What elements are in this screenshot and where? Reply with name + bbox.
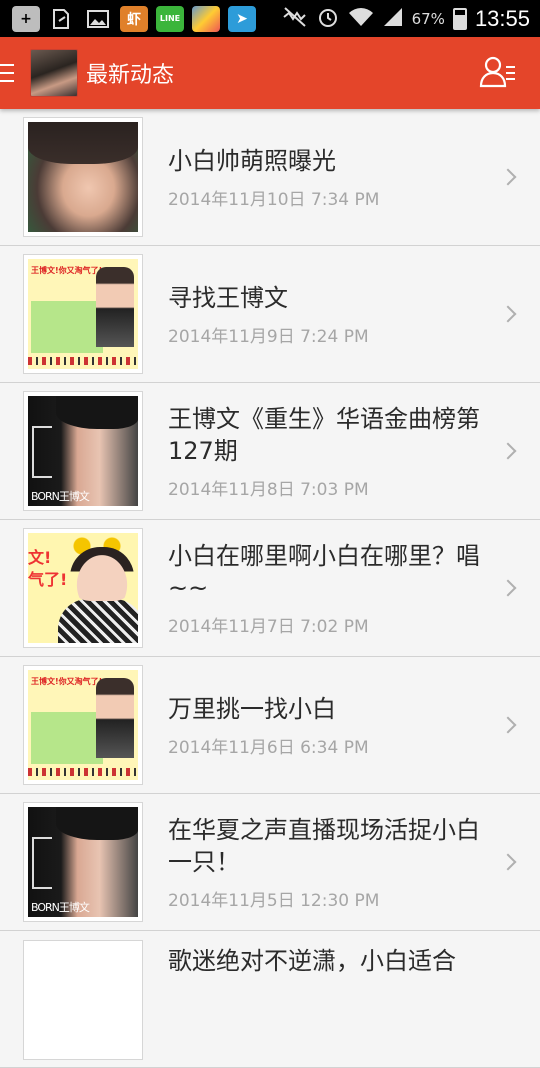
list-item[interactable]: 文! 气了! 小白在哪里啊小白在哪里？唱~~ 2014年11月7日 7:02 P… — [0, 520, 540, 657]
app-xia-icon: 虾 — [120, 5, 148, 32]
share-icon — [48, 6, 76, 32]
list-item[interactable]: 王博文!你又淘气了! 寻找王博文 2014年11月9日 7:24 PM — [0, 246, 540, 383]
list-item[interactable]: 歌迷绝对不逆潇，小白适合 — [0, 931, 540, 1068]
item-title: 在华夏之声直播现场活捉小白一只！ — [168, 815, 480, 876]
image-icon — [84, 6, 112, 32]
poster-text: 王博文!你又淘气了! — [31, 677, 103, 686]
avatar[interactable] — [30, 49, 78, 97]
thumbnail: 王博文!你又淘气了! — [23, 254, 143, 374]
item-title: 万里挑一找小白 — [168, 694, 336, 723]
mute-icon — [282, 5, 308, 33]
item-date: 2014年11月5日 12:30 PM — [168, 890, 380, 911]
thumb-text: BORN王博文 — [31, 490, 90, 503]
profile-icon[interactable] — [478, 53, 518, 93]
list-item[interactable]: 王博文!你又淘气了! 万里挑一找小白 2014年11月6日 6:34 PM — [0, 657, 540, 794]
alarm-icon — [316, 5, 340, 33]
status-bar: + 虾 LINE ➤ 67% 13:55 — [0, 0, 540, 37]
item-date: 2014年11月7日 7:02 PM — [168, 616, 369, 637]
battery-icon — [452, 7, 467, 30]
list-item[interactable]: BORN王博文 王博文《重生》华语金曲榜第127期 2014年11月8日 7:0… — [0, 383, 540, 520]
item-title: 小白帅萌照曝光 — [168, 146, 336, 175]
thumbnail: 文! 气了! — [23, 528, 143, 648]
wifi-icon — [348, 6, 374, 32]
item-date: 2014年11月6日 6:34 PM — [168, 737, 369, 758]
item-date: 2014年11月10日 7:34 PM — [168, 189, 380, 210]
signal-icon — [382, 6, 404, 32]
thumbnail — [23, 940, 143, 1060]
list-item[interactable]: 小白帅萌照曝光 2014年11月10日 7:34 PM — [0, 109, 540, 246]
item-title: 歌迷绝对不逆潇，小白适合 — [168, 947, 456, 975]
game-icon — [192, 5, 220, 32]
battery-percent: 67% — [411, 9, 445, 28]
thumbnail: 王博文!你又淘气了! — [23, 665, 143, 785]
add-icon: + — [12, 5, 40, 32]
list-item[interactable]: BORN王博文 在华夏之声直播现场活捉小白一只！ 2014年11月5日 12:3… — [0, 794, 540, 931]
thumb-text: BORN王博文 — [31, 901, 90, 914]
item-title: 王博文《重生》华语金曲榜第127期 — [168, 404, 480, 465]
app-bar: 最新动态 — [0, 37, 540, 109]
line-icon: LINE — [156, 5, 184, 32]
thumbnail — [23, 117, 143, 237]
item-title: 寻找王博文 — [168, 283, 288, 312]
clock: 13:55 — [474, 5, 530, 31]
item-date: 2014年11月8日 7:03 PM — [168, 479, 369, 500]
feed-list: 小白帅萌照曝光 2014年11月10日 7:34 PM 王博文!你又淘气了! 寻… — [0, 109, 540, 1068]
item-title: 小白在哪里啊小白在哪里？唱~~ — [168, 541, 480, 602]
item-date: 2014年11月9日 7:24 PM — [168, 326, 369, 347]
telegram-icon: ➤ — [228, 5, 256, 32]
thumbnail: BORN王博文 — [23, 802, 143, 922]
page-title: 最新动态 — [86, 63, 175, 88]
menu-icon[interactable] — [0, 64, 16, 82]
thumbnail: BORN王博文 — [23, 391, 143, 511]
poster-text: 王博文!你又淘气了! — [31, 266, 103, 275]
thumb-text: 文! 气了! — [28, 548, 68, 589]
